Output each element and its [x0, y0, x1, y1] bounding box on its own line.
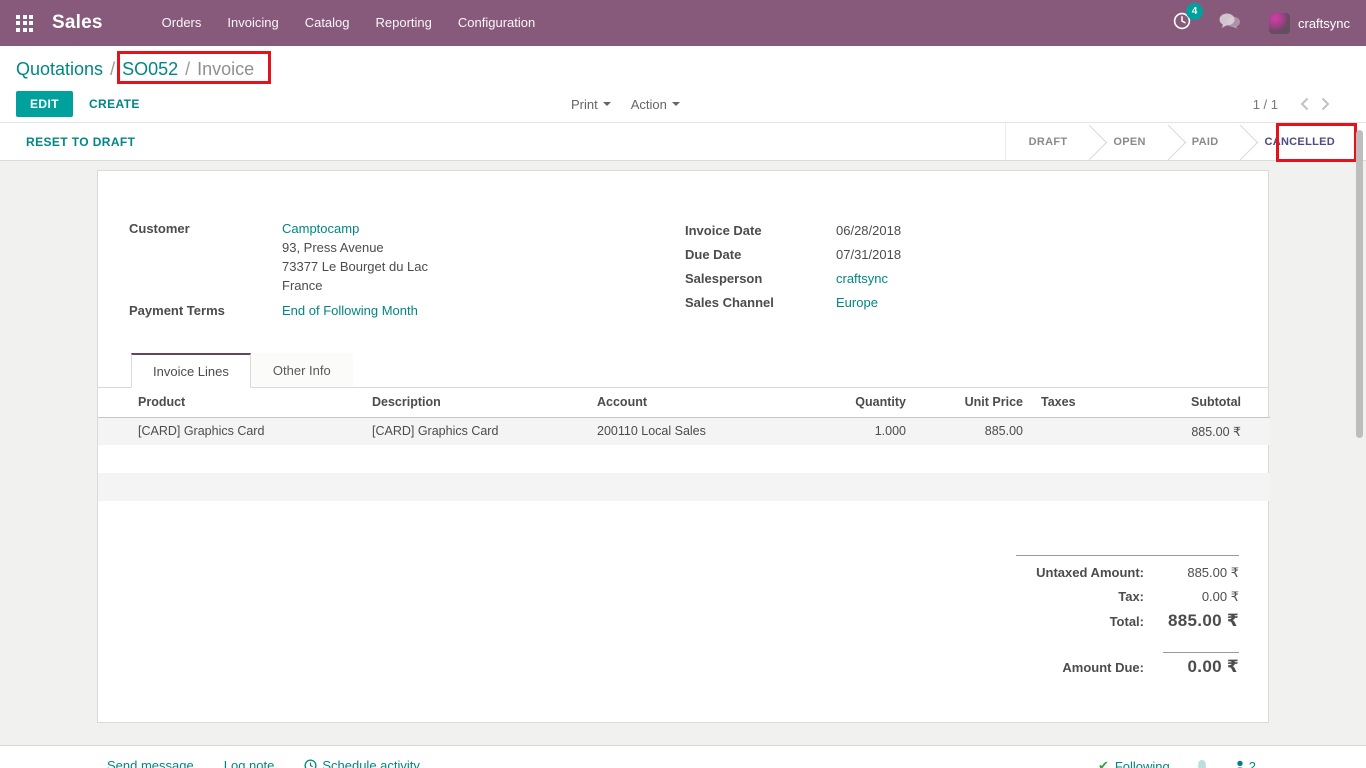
customer-address-line: 73377 Le Bourget du Lac [282, 257, 428, 276]
chatter-bar: Send message Log note Schedule activity … [0, 745, 1366, 768]
log-note-button[interactable]: Log note [224, 758, 275, 768]
payment-terms-link[interactable]: End of Following Month [282, 303, 418, 318]
invoice-form-sheet: Customer Camptocamp 93, Press Avenue 733… [97, 170, 1269, 723]
create-button[interactable]: CREATE [89, 97, 140, 111]
nav-item-invoicing[interactable]: Invoicing [214, 0, 291, 46]
cell-account: 200110 Local Sales [593, 417, 823, 445]
payment-terms-label: Payment Terms [129, 301, 282, 320]
statusbar: RESET TO DRAFT DRAFT OPEN PAID CANCELLED [0, 122, 1366, 161]
empty-row [98, 445, 1270, 473]
col-product[interactable]: Product [98, 388, 368, 417]
col-subtotal[interactable]: Subtotal [1090, 388, 1270, 417]
vertical-scrollbar-thumb[interactable] [1356, 130, 1363, 438]
invoice-lines-table: Product Description Account Quantity Uni… [98, 388, 1270, 529]
cell-subtotal: 885.00 ₹ [1090, 417, 1270, 445]
app-name[interactable]: Sales [52, 12, 103, 34]
notebook-tabs: Invoice Lines Other Info [98, 353, 1268, 388]
table-row[interactable]: [CARD] Graphics Card [CARD] Graphics Car… [98, 417, 1270, 445]
col-account[interactable]: Account [593, 388, 823, 417]
cell-taxes [1027, 417, 1090, 445]
schedule-activity-button[interactable]: Schedule activity [304, 758, 420, 768]
pager-count: 1 / 1 [1253, 97, 1278, 112]
salesperson-label: Salesperson [685, 267, 836, 291]
print-dropdown[interactable]: Print [571, 97, 611, 112]
status-cancelled[interactable]: CANCELLED [1241, 123, 1358, 160]
tax-value: 0.00 ₹ [1144, 585, 1239, 609]
activity-clock-icon[interactable]: 4 [1172, 11, 1192, 36]
followers-button[interactable]: 2 [1234, 759, 1256, 768]
status-draft[interactable]: DRAFT [1006, 123, 1091, 160]
sales-channel-label: Sales Channel [685, 291, 836, 315]
col-description[interactable]: Description [368, 388, 593, 417]
status-paid[interactable]: PAID [1169, 123, 1242, 160]
breadcrumb-so052[interactable]: SO052 [122, 59, 178, 79]
total-value: 885.00 ₹ [1144, 609, 1239, 633]
nav-item-configuration[interactable]: Configuration [445, 0, 548, 46]
customer-address-line: France [282, 276, 428, 295]
untaxed-amount-label: Untaxed Amount: [1036, 561, 1144, 585]
followers-count: 2 [1249, 759, 1256, 768]
pager-next-button[interactable] [1315, 95, 1336, 113]
cell-unit-price: 885.00 [910, 417, 1027, 445]
customer-link[interactable]: Camptocamp [282, 221, 359, 236]
following-button[interactable]: ✔ Following [1098, 758, 1170, 768]
control-panel-buttons: EDIT CREATE Print Action 1 / 1 [0, 86, 1366, 122]
col-quantity[interactable]: Quantity [823, 388, 910, 417]
edit-button[interactable]: EDIT [16, 91, 73, 117]
schedule-clock-icon [304, 759, 317, 768]
col-taxes[interactable]: Taxes [1027, 388, 1090, 417]
cell-product: [CARD] Graphics Card [98, 417, 368, 445]
caret-down-icon [672, 102, 680, 110]
bell-icon[interactable] [1196, 759, 1208, 768]
tab-invoice-lines[interactable]: Invoice Lines [131, 353, 251, 388]
breadcrumb-quotations[interactable]: Quotations [16, 59, 103, 79]
check-icon: ✔ [1098, 758, 1109, 768]
due-date-value: 07/31/2018 [836, 243, 901, 267]
invoice-date-label: Invoice Date [685, 219, 836, 243]
main-content: Customer Camptocamp 93, Press Avenue 733… [0, 161, 1366, 745]
untaxed-amount-value: 885.00 ₹ [1144, 561, 1239, 585]
table-header-row: Product Description Account Quantity Uni… [98, 388, 1270, 417]
reset-to-draft-button[interactable]: RESET TO DRAFT [26, 135, 135, 149]
salesperson-link[interactable]: craftsync [836, 271, 888, 286]
status-steps: DRAFT OPEN PAID CANCELLED [1005, 123, 1366, 160]
messages-icon[interactable] [1218, 12, 1241, 35]
due-date-label: Due Date [685, 243, 836, 267]
col-unit-price[interactable]: Unit Price [910, 388, 1027, 417]
cell-quantity: 1.000 [823, 417, 910, 445]
notification-badge: 4 [1186, 3, 1203, 20]
action-dropdown[interactable]: Action [631, 97, 680, 112]
total-label: Total: [1110, 610, 1144, 634]
apps-grid-icon[interactable] [16, 15, 33, 32]
breadcrumb-separator: / [185, 59, 190, 79]
empty-row [98, 473, 1270, 501]
sales-channel-link[interactable]: Europe [836, 295, 878, 310]
pager-prev-button[interactable] [1294, 95, 1315, 113]
totals-block: Untaxed Amount: 885.00 ₹ Tax: 0.00 ₹ Tot… [1016, 555, 1239, 680]
tax-label: Tax: [1118, 585, 1144, 609]
customer-address-line: 93, Press Avenue [282, 238, 428, 257]
amount-due-value: 0.00 ₹ [1144, 655, 1239, 679]
invoice-date-value: 06/28/2018 [836, 219, 901, 243]
breadcrumb-separator: / [110, 59, 115, 79]
user-menu[interactable]: craftsync [1298, 16, 1350, 31]
empty-row [98, 501, 1270, 529]
top-navbar: Sales Orders Invoicing Catalog Reporting… [0, 0, 1366, 46]
breadcrumb-invoice-current: Invoice [197, 59, 254, 79]
nav-item-reporting[interactable]: Reporting [363, 0, 445, 46]
nav-item-orders[interactable]: Orders [149, 0, 215, 46]
amount-due-divider [1163, 652, 1239, 653]
status-open[interactable]: OPEN [1090, 123, 1168, 160]
amount-due-label: Amount Due: [1062, 656, 1144, 680]
cell-description: [CARD] Graphics Card [368, 417, 593, 445]
caret-down-icon [603, 102, 611, 110]
tab-other-info[interactable]: Other Info [251, 353, 353, 387]
send-message-button[interactable]: Send message [107, 758, 194, 768]
user-avatar[interactable] [1269, 13, 1290, 34]
person-icon [1234, 760, 1246, 768]
nav-item-catalog[interactable]: Catalog [292, 0, 363, 46]
breadcrumb: Quotations / SO052 / Invoice [0, 46, 1366, 86]
customer-label: Customer [129, 219, 282, 295]
